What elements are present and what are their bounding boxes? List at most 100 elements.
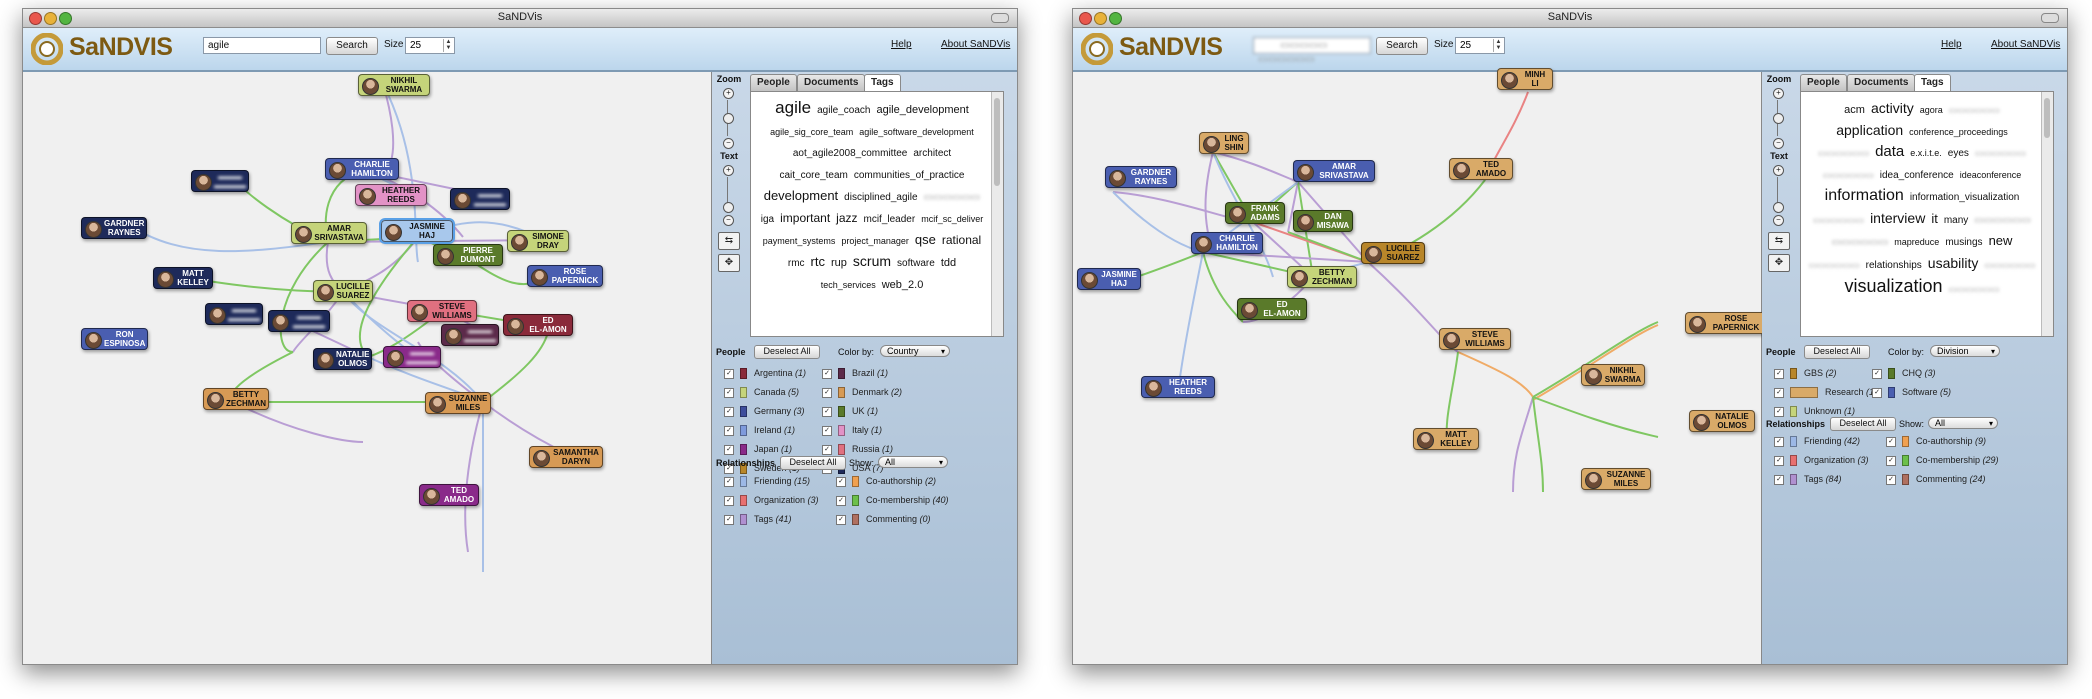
- people-filter-row[interactable]: ✓ Brazil (1): [822, 368, 888, 381]
- person-node[interactable]: SAMANTHA DARYN: [529, 446, 603, 468]
- color-by-select[interactable]: Country: [880, 345, 950, 357]
- tag-item[interactable]: acm: [1844, 100, 1865, 120]
- person-node[interactable]: NATALIE OLMOS: [313, 348, 373, 370]
- filter-checkbox[interactable]: ✓: [724, 444, 734, 455]
- person-node[interactable]: ▬▬▬ ▬▬▬▬: [383, 346, 441, 368]
- tag-item[interactable]: ▭▭▭▭▭▭: [1975, 143, 2026, 163]
- toolbar-toggle-icon[interactable]: [991, 13, 1009, 23]
- tab-people[interactable]: People: [1800, 74, 1847, 91]
- filter-checkbox[interactable]: ✓: [724, 514, 734, 525]
- people-deselect-all-button[interactable]: Deselect All: [754, 345, 820, 359]
- tab-tags[interactable]: Tags: [864, 74, 901, 92]
- text-slider-knob[interactable]: [1773, 202, 1784, 213]
- filter-checkbox[interactable]: ✓: [1774, 406, 1784, 417]
- size-stepper[interactable]: 25 ▲ ▼: [405, 37, 455, 54]
- tag-item[interactable]: disciplined_agile: [844, 188, 917, 208]
- person-node[interactable]: CHARLIE HAMILTON: [1191, 232, 1263, 254]
- tag-item[interactable]: interview: [1870, 208, 1925, 228]
- text-slider-knob[interactable]: [723, 202, 734, 213]
- tag-item[interactable]: architect: [913, 144, 951, 164]
- relationship-filter-row[interactable]: ✓ Organization (3): [1774, 455, 1869, 468]
- person-node[interactable]: SUZANNE MILES: [1581, 468, 1651, 490]
- filter-checkbox[interactable]: ✓: [1774, 474, 1784, 485]
- tag-item[interactable]: web_2.0: [882, 275, 924, 295]
- person-node[interactable]: GARDNER RAYNES: [81, 217, 148, 239]
- person-node[interactable]: BETTY ZECHMAN: [1287, 266, 1357, 288]
- tag-item[interactable]: information: [1825, 186, 1904, 206]
- relationship-filter-row[interactable]: ✓ Co-membership (29): [1886, 455, 1999, 468]
- tag-item[interactable]: ideaconference: [1960, 165, 2022, 185]
- tag-item[interactable]: ▭▭▭▭▭▭: [924, 188, 981, 208]
- layout-icon[interactable]: ⇆: [718, 232, 740, 250]
- tag-item[interactable]: ▭▭▭▭▭▭: [1809, 255, 1860, 275]
- tag-item[interactable]: important: [780, 208, 830, 228]
- toolbar-toggle-icon[interactable]: [2041, 13, 2059, 23]
- zoom-in-icon[interactable]: +: [1773, 88, 1784, 99]
- filter-checkbox[interactable]: ✓: [1774, 455, 1784, 466]
- people-filter-row[interactable]: ✓ CHQ (3): [1872, 368, 1936, 381]
- filter-checkbox[interactable]: ✓: [1872, 368, 1882, 379]
- tag-item[interactable]: data: [1875, 142, 1904, 162]
- filter-checkbox[interactable]: ✓: [724, 495, 734, 506]
- tag-item[interactable]: agora: [1920, 100, 1943, 120]
- filter-checkbox[interactable]: ✓: [836, 495, 846, 506]
- tag-item[interactable]: scrum: [853, 251, 891, 271]
- people-filter-row[interactable]: ✓ Germany (3): [724, 406, 805, 419]
- person-node[interactable]: ROSE PAPERNICK: [1685, 312, 1767, 334]
- tag-item[interactable]: many: [1944, 211, 1968, 231]
- person-node[interactable]: NATALIE OLMOS: [1689, 410, 1755, 432]
- show-select[interactable]: All: [1928, 417, 1998, 429]
- tag-item[interactable]: e.x.i.t.e.: [1910, 143, 1942, 163]
- tag-item[interactable]: development: [764, 186, 838, 206]
- tag-item[interactable]: mapreduce: [1894, 232, 1939, 252]
- relationship-filter-row[interactable]: ✓ Friending (42): [1774, 436, 1860, 449]
- filter-checkbox[interactable]: ✓: [1774, 436, 1784, 447]
- person-node[interactable]: JASMINE HAJ: [379, 218, 455, 244]
- tag-item[interactable]: it: [1931, 209, 1938, 229]
- filter-checkbox[interactable]: ✓: [822, 444, 832, 455]
- tab-documents[interactable]: Documents: [1847, 74, 1916, 91]
- relationship-filter-row[interactable]: ✓ Friending (15): [724, 476, 810, 489]
- relationship-filter-row[interactable]: ✓ Co-authorship (9): [1886, 436, 1986, 449]
- color-by-select[interactable]: Division: [1930, 345, 2000, 357]
- tag-item[interactable]: rmc: [788, 254, 805, 274]
- filter-checkbox[interactable]: ✓: [822, 425, 832, 436]
- zoom-out-icon[interactable]: −: [1773, 138, 1784, 149]
- text-larger-icon[interactable]: +: [1773, 165, 1784, 176]
- search-input[interactable]: agile: [203, 37, 321, 54]
- tag-item[interactable]: relationships: [1866, 256, 1922, 276]
- people-filter-row[interactable]: ✓ Argentina (1): [724, 368, 806, 381]
- person-node[interactable]: ▬▬▬ ▬▬▬▬: [450, 188, 510, 210]
- person-node[interactable]: STEVE WILLIAMS: [1439, 328, 1511, 350]
- zoom-in-icon[interactable]: +: [723, 88, 734, 99]
- filter-checkbox[interactable]: ✓: [836, 476, 846, 487]
- person-node[interactable]: GARDNER RAYNES: [1105, 166, 1177, 188]
- person-node[interactable]: STEVE WILLIAMS: [407, 300, 477, 322]
- people-filter-row[interactable]: ✓ GBS (2): [1774, 368, 1837, 381]
- people-filter-row[interactable]: ✓ Canada (5): [724, 387, 799, 400]
- tag-cloud-scrollbar[interactable]: [991, 92, 1003, 336]
- tag-item[interactable]: ▭▭▭▭▭▭: [1974, 211, 2031, 231]
- tag-item[interactable]: new: [1989, 231, 2013, 251]
- search-button[interactable]: Search: [1376, 37, 1428, 55]
- tab-people[interactable]: People: [750, 74, 797, 91]
- tag-item[interactable]: rational: [942, 230, 981, 250]
- network-canvas[interactable]: MINH LI LING SHIN GARDNER RAYNES AMAR SRIVASTAV…: [1073, 68, 1767, 664]
- person-node[interactable]: LUCILLE SUAREZ: [1361, 242, 1425, 264]
- tag-item[interactable]: conference_proceedings: [1909, 122, 2008, 142]
- person-node[interactable]: FRANK ADAMS: [1225, 202, 1285, 224]
- person-node[interactable]: CHARLIE HAMILTON: [325, 158, 399, 180]
- tag-item[interactable]: agile_development: [876, 100, 968, 120]
- relationship-filter-row[interactable]: ✓ Co-membership (40): [836, 495, 949, 508]
- search-button[interactable]: Search: [326, 37, 378, 55]
- people-filter-row[interactable]: ✓ Italy (1): [822, 425, 882, 438]
- tag-item[interactable]: payment_systems: [763, 231, 836, 251]
- tag-item[interactable]: agile_sig_core_team: [770, 122, 853, 142]
- search-input[interactable]: ▭▭▭▭▭ ▭▭▭▭▭▭: [1253, 37, 1371, 65]
- people-filter-row[interactable]: ✓ Denmark (2): [822, 387, 902, 400]
- person-node[interactable]: DAN MISAWA: [1293, 210, 1353, 232]
- filter-checkbox[interactable]: ✓: [724, 387, 734, 398]
- tag-item[interactable]: agile: [775, 98, 811, 118]
- filter-checkbox[interactable]: ✓: [724, 406, 734, 417]
- tag-item[interactable]: ▭▭▭▭▭▭: [1949, 100, 2000, 120]
